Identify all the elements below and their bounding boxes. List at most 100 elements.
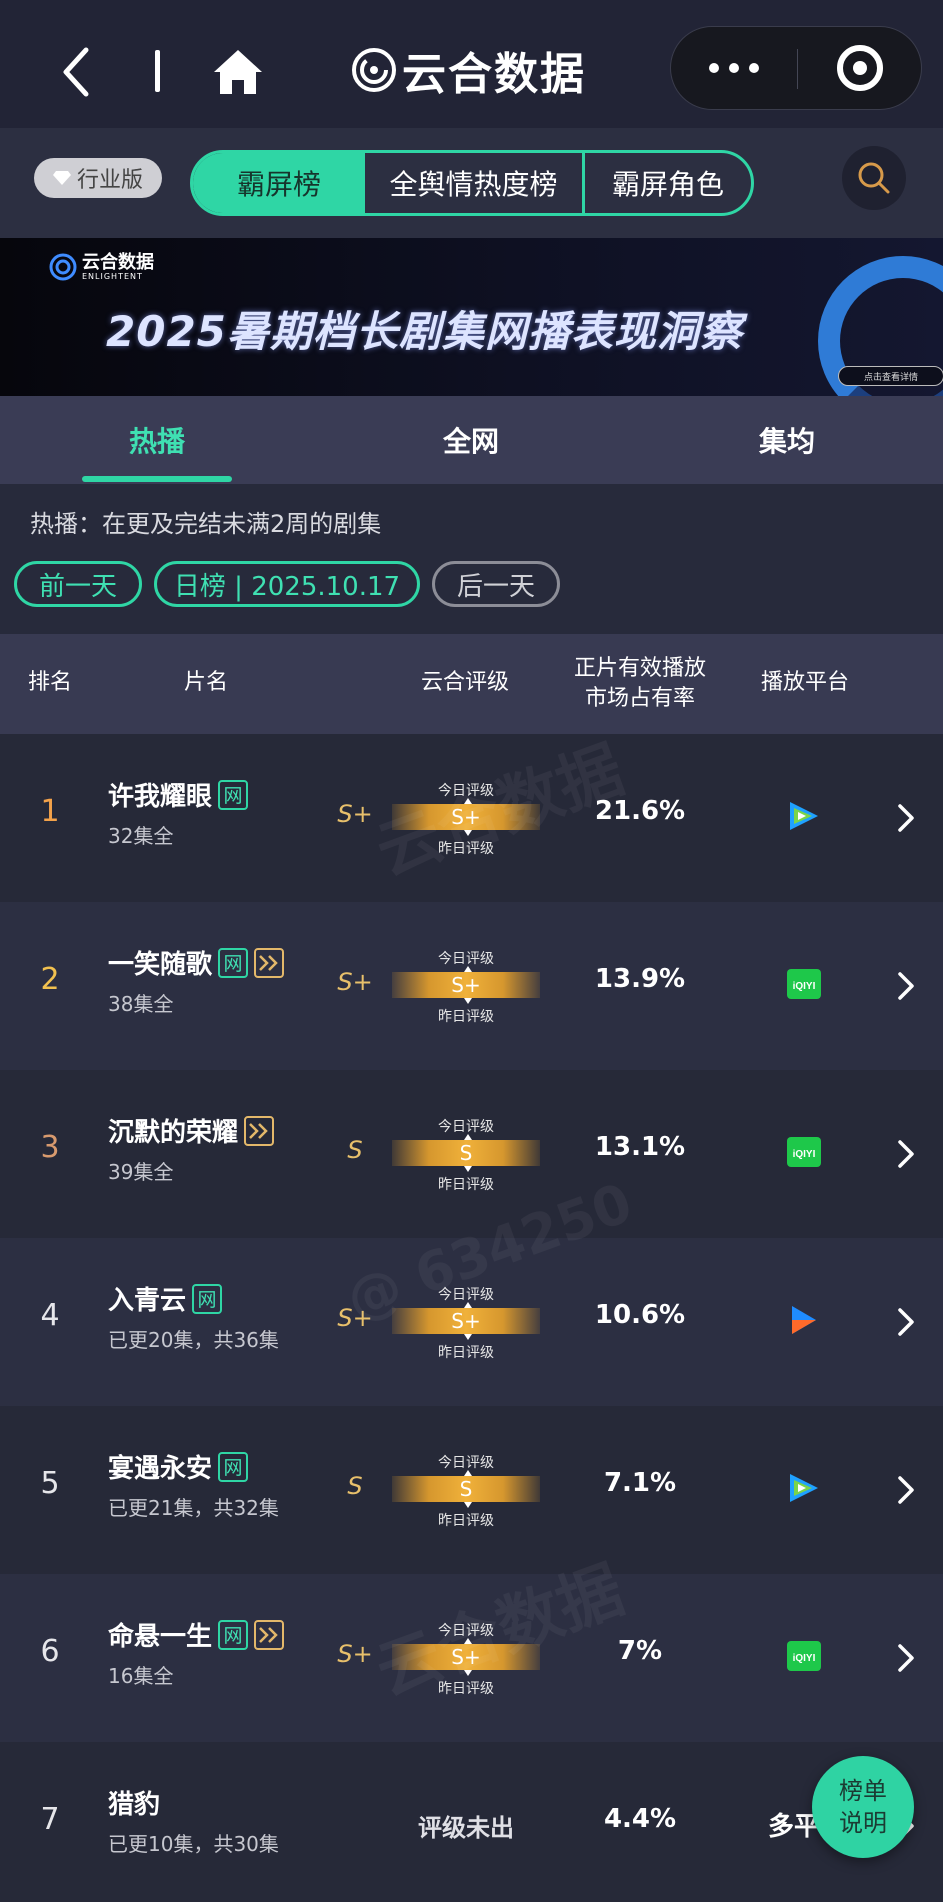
today-grade-label: 今日评级 bbox=[438, 1623, 494, 1639]
table-row[interactable]: 2 一笑随歌网 38集全 S+ 今日评级 S+ 昨日评级 13.9% iQIYI bbox=[0, 902, 943, 1070]
chevron-right-icon[interactable] bbox=[896, 1306, 916, 1338]
today-grade: S bbox=[392, 1140, 540, 1166]
drama-title: 命悬一生 bbox=[108, 1622, 213, 1652]
drama-title: 猎豹 bbox=[108, 1790, 161, 1820]
table-row[interactable]: 4 入青云网已更20集，共36集 S+ 今日评级 S+ 昨日评级 10.6% bbox=[0, 1238, 943, 1406]
svg-text:iQIYI: iQIYI bbox=[793, 1653, 816, 1664]
chevron-right-icon[interactable] bbox=[896, 1474, 916, 1506]
market-share-value: 10.6% bbox=[594, 1300, 686, 1330]
web-drama-tag: 网 bbox=[192, 1283, 223, 1314]
definition-hint: 热播：在更及完结未满2周的剧集 bbox=[30, 510, 382, 538]
table-row[interactable]: 3 沉默的荣耀 39集全 S 今日评级 S 昨日评级 13.1% iQIYI bbox=[0, 1070, 943, 1238]
table-row[interactable]: 1 许我耀眼网 32集全 S+ 今日评级 S+ 昨日评级 21.6% bbox=[0, 734, 943, 902]
title-line: 入青云网 bbox=[108, 1280, 223, 1317]
tab-all-network[interactable]: 全网 bbox=[396, 396, 546, 484]
web-drama-tag: 网 bbox=[218, 1451, 249, 1482]
chevron-right-icon[interactable] bbox=[896, 802, 916, 834]
banner-logo-text: 云合数据 bbox=[82, 251, 154, 273]
episode-status: 已更20集，共36集 bbox=[108, 1328, 279, 1352]
back-icon[interactable] bbox=[56, 44, 96, 100]
prev-day-button[interactable]: 前一天 bbox=[14, 561, 142, 607]
chevron-right-icon[interactable] bbox=[896, 970, 916, 1002]
promo-banner[interactable]: 云合数据 ENLIGHTENT 2025暑期档长剧集网播表现洞察 点击查看详情 bbox=[0, 238, 943, 396]
yesterday-grade: S bbox=[347, 1136, 363, 1164]
yesterday-grade: S+ bbox=[337, 800, 373, 828]
mini-program-capsule bbox=[670, 26, 922, 110]
rank-number: 5 bbox=[40, 1466, 60, 1501]
yesterday-grade-label: 昨日评级 bbox=[438, 1009, 494, 1025]
title-line: 沉默的荣耀 bbox=[108, 1112, 275, 1149]
table-row[interactable]: 6 命悬一生网 16集全 S+ 今日评级 S+ 昨日评级 7% iQIYI bbox=[0, 1574, 943, 1742]
title-line: 宴遇永安网 bbox=[108, 1448, 249, 1485]
industry-edition-label: 行业版 bbox=[76, 168, 143, 193]
industry-edition-button[interactable]: 行业版 bbox=[34, 158, 162, 198]
current-date-button[interactable]: 日榜 | 2025.10.17 bbox=[154, 561, 420, 607]
market-share-value: 7% bbox=[617, 1636, 663, 1666]
today-grade-label: 今日评级 bbox=[438, 1455, 494, 1471]
yesterday-grade: S+ bbox=[337, 1640, 373, 1668]
header-rank: 排名 bbox=[27, 670, 72, 695]
today-grade-label: 今日评级 bbox=[438, 783, 494, 799]
grade-rating-bar: 今日评级 S+ 昨日评级 bbox=[392, 948, 540, 1025]
tencent-video-icon bbox=[786, 1470, 822, 1506]
more-icon[interactable] bbox=[671, 27, 797, 109]
title-line: 许我耀眼网 bbox=[108, 776, 249, 813]
nav-title-group: 云合数据 bbox=[350, 40, 586, 100]
rank-number: 7 bbox=[40, 1802, 60, 1837]
today-grade: S+ bbox=[392, 1308, 540, 1334]
episode-status: 39集全 bbox=[108, 1160, 174, 1184]
header-grade: 云合评级 bbox=[420, 670, 509, 695]
episode-status: 已更21集，共32集 bbox=[108, 1496, 279, 1520]
today-grade: S bbox=[392, 1476, 540, 1502]
today-grade: S+ bbox=[392, 972, 540, 998]
home-icon[interactable] bbox=[212, 48, 264, 96]
today-grade: S+ bbox=[392, 804, 540, 830]
episode-status: 16集全 bbox=[108, 1664, 174, 1688]
table-row[interactable]: 7 猎豹 已更10集，共30集 评级未出 4.4% 多平台 bbox=[0, 1742, 943, 1902]
ranking-type-tabs: 热播 全网 集均 bbox=[0, 396, 943, 484]
fab-label-line1: 榜单 bbox=[839, 1777, 887, 1805]
episode-status: 已更10集，共30集 bbox=[108, 1832, 279, 1856]
tab-screen-dominance[interactable]: 霸屏榜 bbox=[193, 153, 365, 213]
yesterday-grade-label: 昨日评级 bbox=[438, 1345, 494, 1361]
svg-text:iQIYI: iQIYI bbox=[793, 1149, 816, 1160]
rank-number: 1 bbox=[40, 794, 60, 829]
today-grade-label: 今日评级 bbox=[438, 951, 494, 967]
tab-public-opinion-heat[interactable]: 全舆情热度榜 bbox=[365, 153, 585, 213]
diamond-icon bbox=[52, 171, 71, 185]
yunhe-logo-icon bbox=[352, 48, 396, 92]
today-grade-label: 今日评级 bbox=[438, 1287, 494, 1303]
market-share-value: 4.4% bbox=[603, 1804, 677, 1834]
drama-title: 许我耀眼 bbox=[108, 782, 213, 812]
drama-title: 一笑随歌 bbox=[108, 950, 213, 980]
grade-rating-bar: 今日评级 S+ 昨日评级 bbox=[392, 1620, 540, 1697]
table-row[interactable]: 5 宴遇永安网已更21集，共32集 S 今日评级 S 昨日评级 7.1% bbox=[0, 1406, 943, 1574]
board-selector-bar: 行业版 霸屏榜 全舆情热度榜 霸屏角色 bbox=[0, 128, 943, 238]
market-share-value: 13.1% bbox=[594, 1132, 686, 1162]
rank-number: 6 bbox=[40, 1634, 60, 1669]
table-header: 排名 片名 云合评级 正片有效播放 市场占有率 播放平台 bbox=[0, 634, 943, 734]
ranking-explanation-button[interactable]: 榜单 说明 bbox=[812, 1756, 914, 1858]
close-mini-program-icon[interactable] bbox=[797, 27, 923, 109]
search-button[interactable] bbox=[842, 146, 906, 210]
tab-hot-airing[interactable]: 热播 bbox=[82, 396, 232, 484]
grade-rating-bar: 今日评级 S 昨日评级 bbox=[392, 1116, 540, 1193]
fab-label-line2: 说明 bbox=[839, 1809, 887, 1837]
tab-dominant-roles[interactable]: 霸屏角色 bbox=[585, 153, 751, 213]
chevron-right-icon[interactable] bbox=[896, 1642, 916, 1674]
chevron-right-icon[interactable] bbox=[896, 1138, 916, 1170]
today-grade-label: 今日评级 bbox=[438, 1119, 494, 1135]
youku-icon bbox=[786, 1302, 822, 1338]
nav-separator bbox=[155, 50, 160, 92]
today-grade: S+ bbox=[392, 1644, 540, 1670]
banner-title: 2025暑期档长剧集网播表现洞察 bbox=[106, 307, 743, 356]
grade-rating-bar: 今日评级 S+ 昨日评级 bbox=[392, 1284, 540, 1361]
iqiyi-icon: iQIYI bbox=[786, 1638, 822, 1674]
web-drama-tag: 网 bbox=[218, 1619, 249, 1650]
header-title: 片名 bbox=[183, 670, 228, 695]
episode-status: 38集全 bbox=[108, 992, 174, 1016]
banner-detail-button[interactable]: 点击查看详情 bbox=[838, 366, 943, 386]
tab-per-episode[interactable]: 集均 bbox=[712, 396, 862, 484]
title-line: 猎豹 bbox=[108, 1784, 160, 1821]
next-day-button[interactable]: 后一天 bbox=[432, 561, 560, 607]
